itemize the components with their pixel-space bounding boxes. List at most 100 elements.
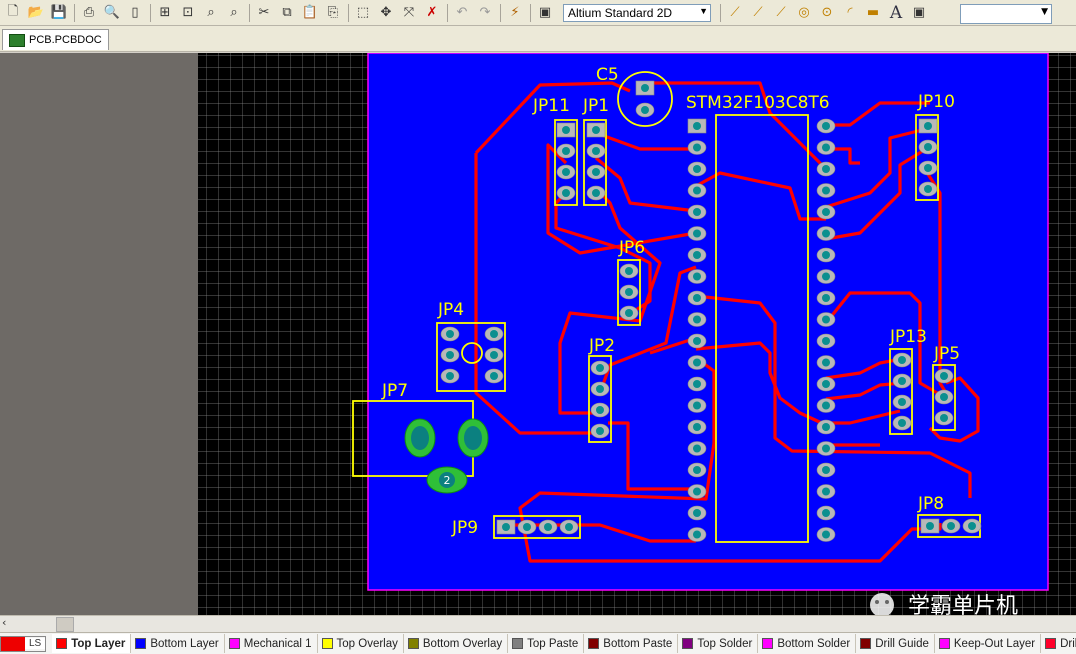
mcu-pad xyxy=(687,183,707,198)
paste-icon[interactable]: 📋 xyxy=(299,2,321,24)
multi-route-icon[interactable]: ⟋ xyxy=(770,2,792,24)
clear-icon[interactable]: ✗ xyxy=(421,2,443,24)
jp1-pad xyxy=(586,164,606,180)
scroll-left-icon[interactable]: ‹ xyxy=(2,616,6,629)
layer-tab[interactable]: Top Paste xyxy=(508,634,585,653)
place-region-icon[interactable]: ▣ xyxy=(908,2,930,24)
jp9-pad xyxy=(517,519,537,535)
jp8-pad xyxy=(962,518,982,534)
jp4-pad xyxy=(484,326,504,342)
interactive-route-icon[interactable]: ⟋ xyxy=(724,2,746,24)
place-fill-icon[interactable]: ▬ xyxy=(862,2,884,24)
layer-tab-label: Top Solder xyxy=(697,637,753,650)
move-icon[interactable]: ✥ xyxy=(375,2,397,24)
toolbar-separator xyxy=(150,3,151,22)
mcu-pad xyxy=(687,226,707,241)
place-text-icon[interactable]: A xyxy=(885,2,907,24)
mcu-pad xyxy=(816,333,836,349)
place-via-icon[interactable]: ◎ xyxy=(793,2,815,24)
mcu-pad xyxy=(816,247,836,263)
mcu-pad xyxy=(816,398,836,413)
jp2-pad xyxy=(590,423,610,439)
mcu-pad xyxy=(816,290,836,306)
layer-tab[interactable]: Top Solder xyxy=(678,634,759,653)
mcu-pad xyxy=(687,161,707,177)
board-outline xyxy=(367,53,1049,591)
place-pad-icon[interactable]: ⊙ xyxy=(816,2,838,24)
layer-tab-label: Mechanical 1 xyxy=(243,637,312,650)
undo-icon[interactable]: ↶ xyxy=(451,2,473,24)
layer-color-swatch xyxy=(762,638,774,649)
jp13-designator: JP13 xyxy=(889,327,927,347)
jp5-pad xyxy=(934,410,954,426)
layer-tab[interactable]: Drill Guide xyxy=(856,634,935,653)
jp11-pad xyxy=(556,143,576,159)
jp2-pad xyxy=(590,381,610,397)
toolbar-separator xyxy=(500,3,501,22)
layer-set-select[interactable]: ▼ xyxy=(960,4,1052,24)
scroll-thumb[interactable] xyxy=(56,617,74,632)
layer-tab[interactable]: Bottom Overlay xyxy=(404,634,509,653)
differential-route-icon[interactable]: ⟋ xyxy=(747,2,769,24)
layer-tab[interactable]: Mechanical 1 xyxy=(225,634,318,653)
layer-tab-label: Drill Guide xyxy=(875,637,929,650)
jp4-pad xyxy=(484,368,504,384)
toolbar-separator xyxy=(249,3,250,22)
zoom-filter-icon[interactable]: ⌕ xyxy=(223,2,245,24)
view-mode-select[interactable]: Altium Standard 2D ▼ xyxy=(563,3,711,22)
rubber-stamp-icon[interactable]: ⎘ xyxy=(322,2,344,24)
crossprobe-icon[interactable]: ⚡ xyxy=(504,2,526,24)
jp1-designator: JP1 xyxy=(582,96,609,116)
select-rect-icon[interactable]: ⬚ xyxy=(352,2,374,24)
toolbar-separator xyxy=(348,3,349,22)
c5-pad xyxy=(635,80,655,96)
cut-icon[interactable]: ✂ xyxy=(253,2,275,24)
zoom-fit-icon[interactable]: ⊞ xyxy=(154,2,176,24)
mcu-pad xyxy=(687,484,707,499)
jp8-designator: JP8 xyxy=(917,494,944,514)
mcu-pad xyxy=(816,140,836,155)
open-icon[interactable]: 📂 xyxy=(25,2,47,24)
layer-tab[interactable]: Bottom Paste xyxy=(584,634,679,653)
mcu-pad xyxy=(687,204,707,220)
mcu-pad xyxy=(816,441,836,456)
jp6-pad xyxy=(619,284,639,300)
browse-icon[interactable]: ▣ xyxy=(534,2,556,24)
document-tab[interactable]: PCB.PCBDOC xyxy=(2,29,109,50)
toolbar-separator xyxy=(74,3,75,22)
layer-tab-label: Drill Drawing xyxy=(1060,637,1076,650)
layer-set-indicator[interactable]: LS xyxy=(0,635,47,652)
layer-tab[interactable]: Top Layer xyxy=(52,634,132,653)
mcu-pad xyxy=(816,376,836,392)
pcb-drawing[interactable]: 2 C5 JP11 JP1 STM32F103C8T6 JP10 JP6 JP4… xyxy=(0,53,1076,615)
layer-tab-bar: LS Top Layer Bottom Layer Mechanical 1 Top … xyxy=(0,632,1076,654)
jp1-pad xyxy=(586,185,606,201)
jp8-pad xyxy=(920,518,940,534)
zoom-selected-icon[interactable]: ⌕ xyxy=(200,2,222,24)
toolbar-separator xyxy=(530,3,531,22)
layer-tab-label: Bottom Solder xyxy=(777,637,851,650)
jp13-pad xyxy=(892,394,912,410)
save-icon[interactable]: 💾 xyxy=(48,2,70,24)
print-preview-icon[interactable]: 🔍 xyxy=(101,2,123,24)
layer-tab[interactable]: Drill Drawing xyxy=(1041,634,1076,653)
cross-select-icon[interactable]: ⤧ xyxy=(398,2,420,24)
jp4-pad xyxy=(440,347,460,363)
jp10-designator: JP10 xyxy=(917,92,955,112)
copy-icon[interactable]: ⧉ xyxy=(276,2,298,24)
layer-tab-label: Top Layer xyxy=(71,637,126,650)
layer-tab[interactable]: Keep-Out Layer xyxy=(935,634,1042,653)
place-arc-icon[interactable]: ◜ xyxy=(839,2,861,24)
layer-tab[interactable]: Top Overlay xyxy=(318,634,404,653)
horizontal-scrollbar[interactable]: ‹ xyxy=(0,615,1076,632)
layer-tab[interactable]: Bottom Solder xyxy=(758,634,857,653)
layer-tab[interactable]: Bottom Layer xyxy=(131,634,225,653)
redo-icon[interactable]: ↷ xyxy=(474,2,496,24)
zoom-area-icon[interactable]: ⊡ xyxy=(177,2,199,24)
page-icon[interactable]: ▯ xyxy=(124,2,146,24)
mcu-pad xyxy=(816,355,836,370)
new-icon[interactable]: 🗋 xyxy=(2,2,24,24)
jp13-pad xyxy=(892,373,912,389)
pcb-canvas[interactable]: 2 C5 JP11 JP1 STM32F103C8T6 JP10 JP6 JP4… xyxy=(0,53,1076,615)
print-icon[interactable]: ⎙ xyxy=(78,2,100,24)
